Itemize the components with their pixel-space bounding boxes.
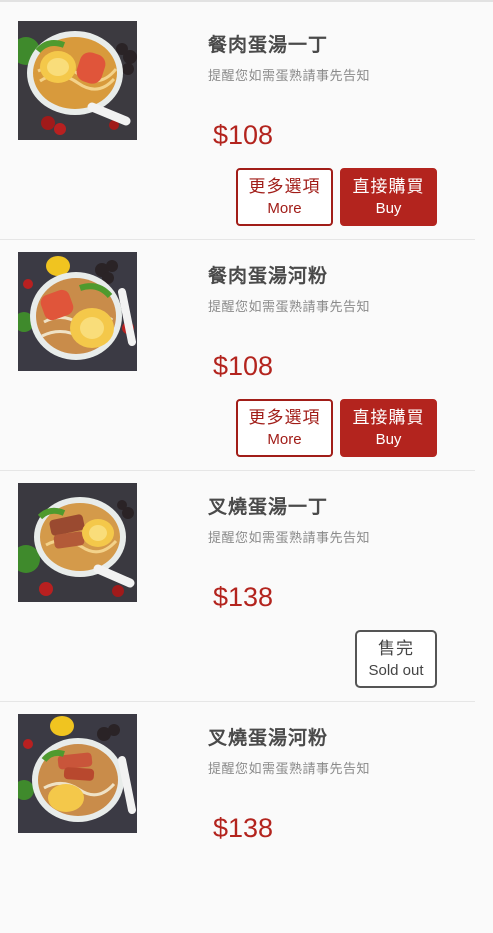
product-note: 提醒您如需蛋熟請事先告知 xyxy=(208,69,371,84)
product-price: $138 xyxy=(213,582,274,612)
product-card[interactable]: 餐肉蛋湯河粉 提醒您如需蛋熟請事先告知 $108 更多選項 More 直接購買 … xyxy=(0,239,493,471)
product-image[interactable] xyxy=(18,252,137,371)
sold-out-button: 售完 Sold out xyxy=(355,630,437,688)
product-name[interactable]: 餐肉蛋湯一丁 xyxy=(208,30,328,57)
product-price: $138 xyxy=(213,813,274,843)
product-name[interactable]: 叉燒蛋湯一丁 xyxy=(208,492,328,519)
more-options-sublabel: More xyxy=(267,200,302,217)
more-options-label: 更多選項 xyxy=(248,177,321,197)
more-options-button[interactable]: 更多選項 More xyxy=(236,399,333,457)
top-divider xyxy=(0,0,493,2)
sold-out-sublabel: Sold out xyxy=(368,662,424,679)
buy-now-sublabel: Buy xyxy=(375,431,402,448)
more-options-button[interactable]: 更多選項 More xyxy=(236,168,333,226)
sold-out-label: 售完 xyxy=(378,639,414,659)
noodle-bowl-spam-egg-icon xyxy=(18,21,137,140)
product-card[interactable]: 叉燒蛋湯河粉 提醒您如需蛋熟請事先告知 $138 xyxy=(0,701,493,933)
buy-now-label: 直接購買 xyxy=(352,408,425,428)
product-image[interactable] xyxy=(18,21,137,140)
buy-now-sublabel: Buy xyxy=(375,200,402,217)
buy-now-label: 直接購買 xyxy=(352,177,425,197)
more-options-label: 更多選項 xyxy=(248,408,321,428)
buy-now-button[interactable]: 直接購買 Buy xyxy=(340,399,437,457)
product-name[interactable]: 餐肉蛋湯河粉 xyxy=(208,261,328,288)
rice-noodle-bowl-spam-egg-icon xyxy=(18,252,137,371)
product-price: $108 xyxy=(213,120,274,150)
more-options-sublabel: More xyxy=(267,431,302,448)
product-image[interactable] xyxy=(18,714,137,833)
product-price: $108 xyxy=(213,351,274,381)
product-card[interactable]: 餐肉蛋湯一丁 提醒您如需蛋熟請事先告知 $108 更多選項 More 直接購買 … xyxy=(0,8,493,240)
product-note: 提醒您如需蛋熟請事先告知 xyxy=(208,531,371,546)
product-image[interactable] xyxy=(18,483,137,602)
rice-noodle-bowl-charsiu-egg-icon xyxy=(18,714,137,833)
product-name[interactable]: 叉燒蛋湯河粉 xyxy=(208,723,328,750)
buy-now-button[interactable]: 直接購買 Buy xyxy=(340,168,437,226)
noodle-bowl-charsiu-egg-icon xyxy=(18,483,137,602)
product-note: 提醒您如需蛋熟請事先告知 xyxy=(208,300,371,315)
product-note: 提醒您如需蛋熟請事先告知 xyxy=(208,762,371,777)
product-card[interactable]: 叉燒蛋湯一丁 提醒您如需蛋熟請事先告知 $138 售完 Sold out xyxy=(0,470,493,702)
